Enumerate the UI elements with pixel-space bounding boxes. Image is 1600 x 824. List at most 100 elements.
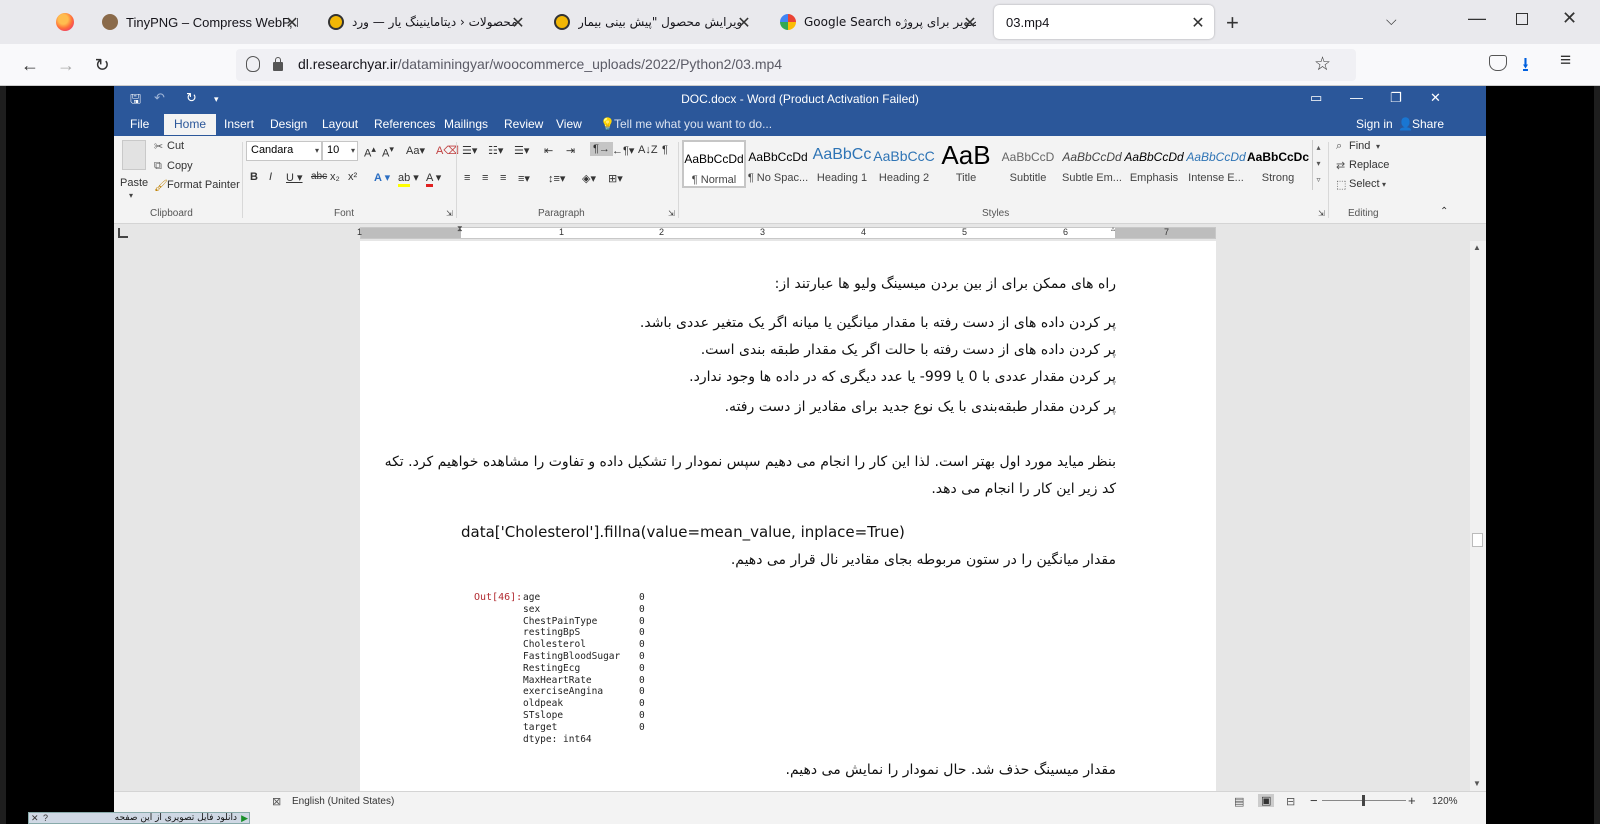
borders-icon[interactable]: ⊞▾ [608,172,623,185]
horizontal-ruler[interactable]: 1 1 2 3 4 5 6 7 ⧗ ▵ [357,224,1216,239]
find-dropdown-icon[interactable]: ▾ [1376,142,1380,151]
back-arrow-icon[interactable]: ← [17,52,43,78]
italic-icon[interactable]: I [269,171,272,183]
tab-references[interactable]: References [374,117,435,131]
font-size-dropdown-icon[interactable]: ▾ [351,146,355,155]
increase-indent-icon[interactable]: ⇥ [566,144,575,157]
document-page[interactable]: راه های ممکن برای از بین بردن میسینگ ولی… [360,241,1216,801]
select-icon[interactable]: ⬚ [1336,178,1346,191]
word-close-icon[interactable]: ✕ [1430,90,1441,106]
find-button[interactable]: Find [1349,140,1370,152]
tab-edit-product[interactable]: ویرایش محصول "پیش بینی بیمار ✕ [542,5,760,39]
align-left-icon[interactable]: ≡ [464,172,470,184]
tab-selector-icon[interactable] [118,228,128,238]
language-status[interactable]: English (United States) [292,796,394,807]
tell-me-search[interactable]: Tell me what you want to do... [614,117,772,131]
tab-layout[interactable]: Layout [322,117,358,131]
share-button[interactable]: Share [1412,117,1444,131]
tab-home[interactable]: Home [164,114,217,135]
styles-dialog-launcher-icon[interactable]: ⇲ [1318,209,1325,218]
strikethrough-icon[interactable]: abc [311,171,327,182]
format-painter-button[interactable]: Format Painter [167,179,240,191]
indent-marker-icon[interactable]: ⧗ [457,224,463,234]
numbering-icon[interactable]: ☷▾ [488,144,503,157]
scrollbar-thumb[interactable] [1472,533,1483,547]
font-size-select[interactable]: 10 ▾ [322,141,358,161]
tab-mailings[interactable]: Mailings [444,117,488,131]
bold-icon[interactable]: B [250,171,258,183]
style-title[interactable]: AaB Title [934,140,998,188]
tab-products[interactable]: محصولات ‹ دیتاماینینگ یار — ورد ✕ [316,5,534,39]
style-strong[interactable]: AaBbCcDc Strong [1246,140,1310,188]
style-no-spacing[interactable]: AaBbCcDd ¶ No Spac... [746,140,810,188]
select-dropdown-icon[interactable]: ▾ [1382,180,1386,189]
replace-icon[interactable]: ⇄ [1336,159,1345,172]
new-tab-button[interactable]: + [1226,10,1239,36]
paste-dropdown-icon[interactable]: ▾ [129,191,133,200]
scroll-down-icon[interactable]: ▼ [1473,779,1481,788]
bookmark-star-icon[interactable]: ☆ [1314,53,1331,76]
tab-insert[interactable]: Insert [224,117,254,131]
pocket-icon[interactable] [1489,55,1507,71]
cut-icon[interactable]: ✂ [154,140,163,153]
collapse-ribbon-icon[interactable]: ⌃ [1440,206,1448,217]
font-dialog-launcher-icon[interactable]: ⇲ [446,209,453,218]
style-normal[interactable]: AaBbCcDd ¶ Normal [682,140,746,188]
tab-google-search[interactable]: Google Search تصویر برای پروژه ✕ [768,5,986,39]
tab-file[interactable]: File [130,117,149,131]
zoom-level[interactable]: 120% [1432,796,1458,807]
style-intense-emphasis[interactable]: AaBbCcDd Intense E... [1184,140,1248,188]
web-layout-icon[interactable]: ⊟ [1286,795,1295,808]
word-restore-icon[interactable]: ❐ [1390,90,1402,106]
vertical-scrollbar[interactable]: ▲ ▼ [1470,241,1486,791]
align-right-icon[interactable]: ≡ [500,172,506,184]
tab-review[interactable]: Review [504,117,543,131]
shrink-font-icon[interactable]: A▾ [382,144,394,160]
close-tab-icon[interactable]: ✕ [284,13,300,33]
superscript-icon[interactable]: x² [348,171,357,183]
multilevel-list-icon[interactable]: ☰▾ [514,144,529,157]
minimize-window-icon[interactable]: — [1468,8,1486,29]
download-bar-help-icon[interactable]: ? [43,813,48,823]
align-center-icon[interactable]: ≡ [482,172,488,184]
shield-icon[interactable] [246,56,260,72]
url-text[interactable]: dl.researchyar.ir/dataminingyar/woocomme… [298,56,782,72]
style-heading-1[interactable]: AaBbCc Heading 1 [810,140,874,188]
underline-icon[interactable]: U ▾ [286,171,303,184]
paste-button[interactable]: Paste [120,177,148,189]
close-window-icon[interactable]: ✕ [1562,8,1577,29]
bullets-icon[interactable]: ☰▾ [462,144,477,157]
tab-view[interactable]: View [556,117,582,131]
scroll-up-icon[interactable]: ▲ [1473,243,1481,252]
show-formatting-icon[interactable]: ¶ [662,144,668,156]
insecure-lock-icon[interactable] [272,57,284,71]
font-name-select[interactable]: Candara ▾ [246,141,322,161]
word-minimize-icon[interactable]: — [1350,90,1363,105]
ribbon-display-options-icon[interactable]: ▭ [1310,90,1322,106]
paste-icon[interactable] [122,140,146,170]
copy-button[interactable]: Copy [167,160,193,172]
subscript-icon[interactable]: x₂ [330,171,340,183]
find-icon[interactable]: ⌕ [1336,140,1342,153]
style-subtle-emphasis[interactable]: AaBbCcDd Subtle Em... [1060,140,1124,188]
paragraph-dialog-launcher-icon[interactable]: ⇲ [668,209,675,218]
reload-icon[interactable]: ↻ [89,52,115,78]
download-bar-close-icon[interactable]: ✕ [31,813,39,824]
close-tab-icon[interactable]: ✕ [962,13,978,33]
sign-in-link[interactable]: Sign in [1356,117,1393,131]
share-icon[interactable]: 👤 [1398,117,1413,131]
proofing-icon[interactable]: ⊠ [272,795,281,808]
zoom-in-icon[interactable]: + [1408,793,1416,808]
replace-button[interactable]: Replace [1349,159,1389,171]
download-icon[interactable]: ⭳ [1522,50,1529,84]
tab-list-chevron-icon[interactable]: ⌵ [1386,12,1397,29]
copy-icon[interactable]: ⧉ [154,160,162,173]
line-spacing-icon[interactable]: ↕≡▾ [548,172,565,185]
tab-video-active[interactable]: 03.mp4 ✕ [994,5,1214,39]
address-bar[interactable]: dl.researchyar.ir/dataminingyar/woocomme… [236,49,1356,81]
select-button[interactable]: Select [1349,178,1380,190]
decrease-indent-icon[interactable]: ⇤ [544,144,553,157]
shading-icon[interactable]: ◈▾ [582,172,596,185]
maximize-window-icon[interactable] [1516,13,1528,25]
sort-icon[interactable]: A↓Z [638,144,658,156]
